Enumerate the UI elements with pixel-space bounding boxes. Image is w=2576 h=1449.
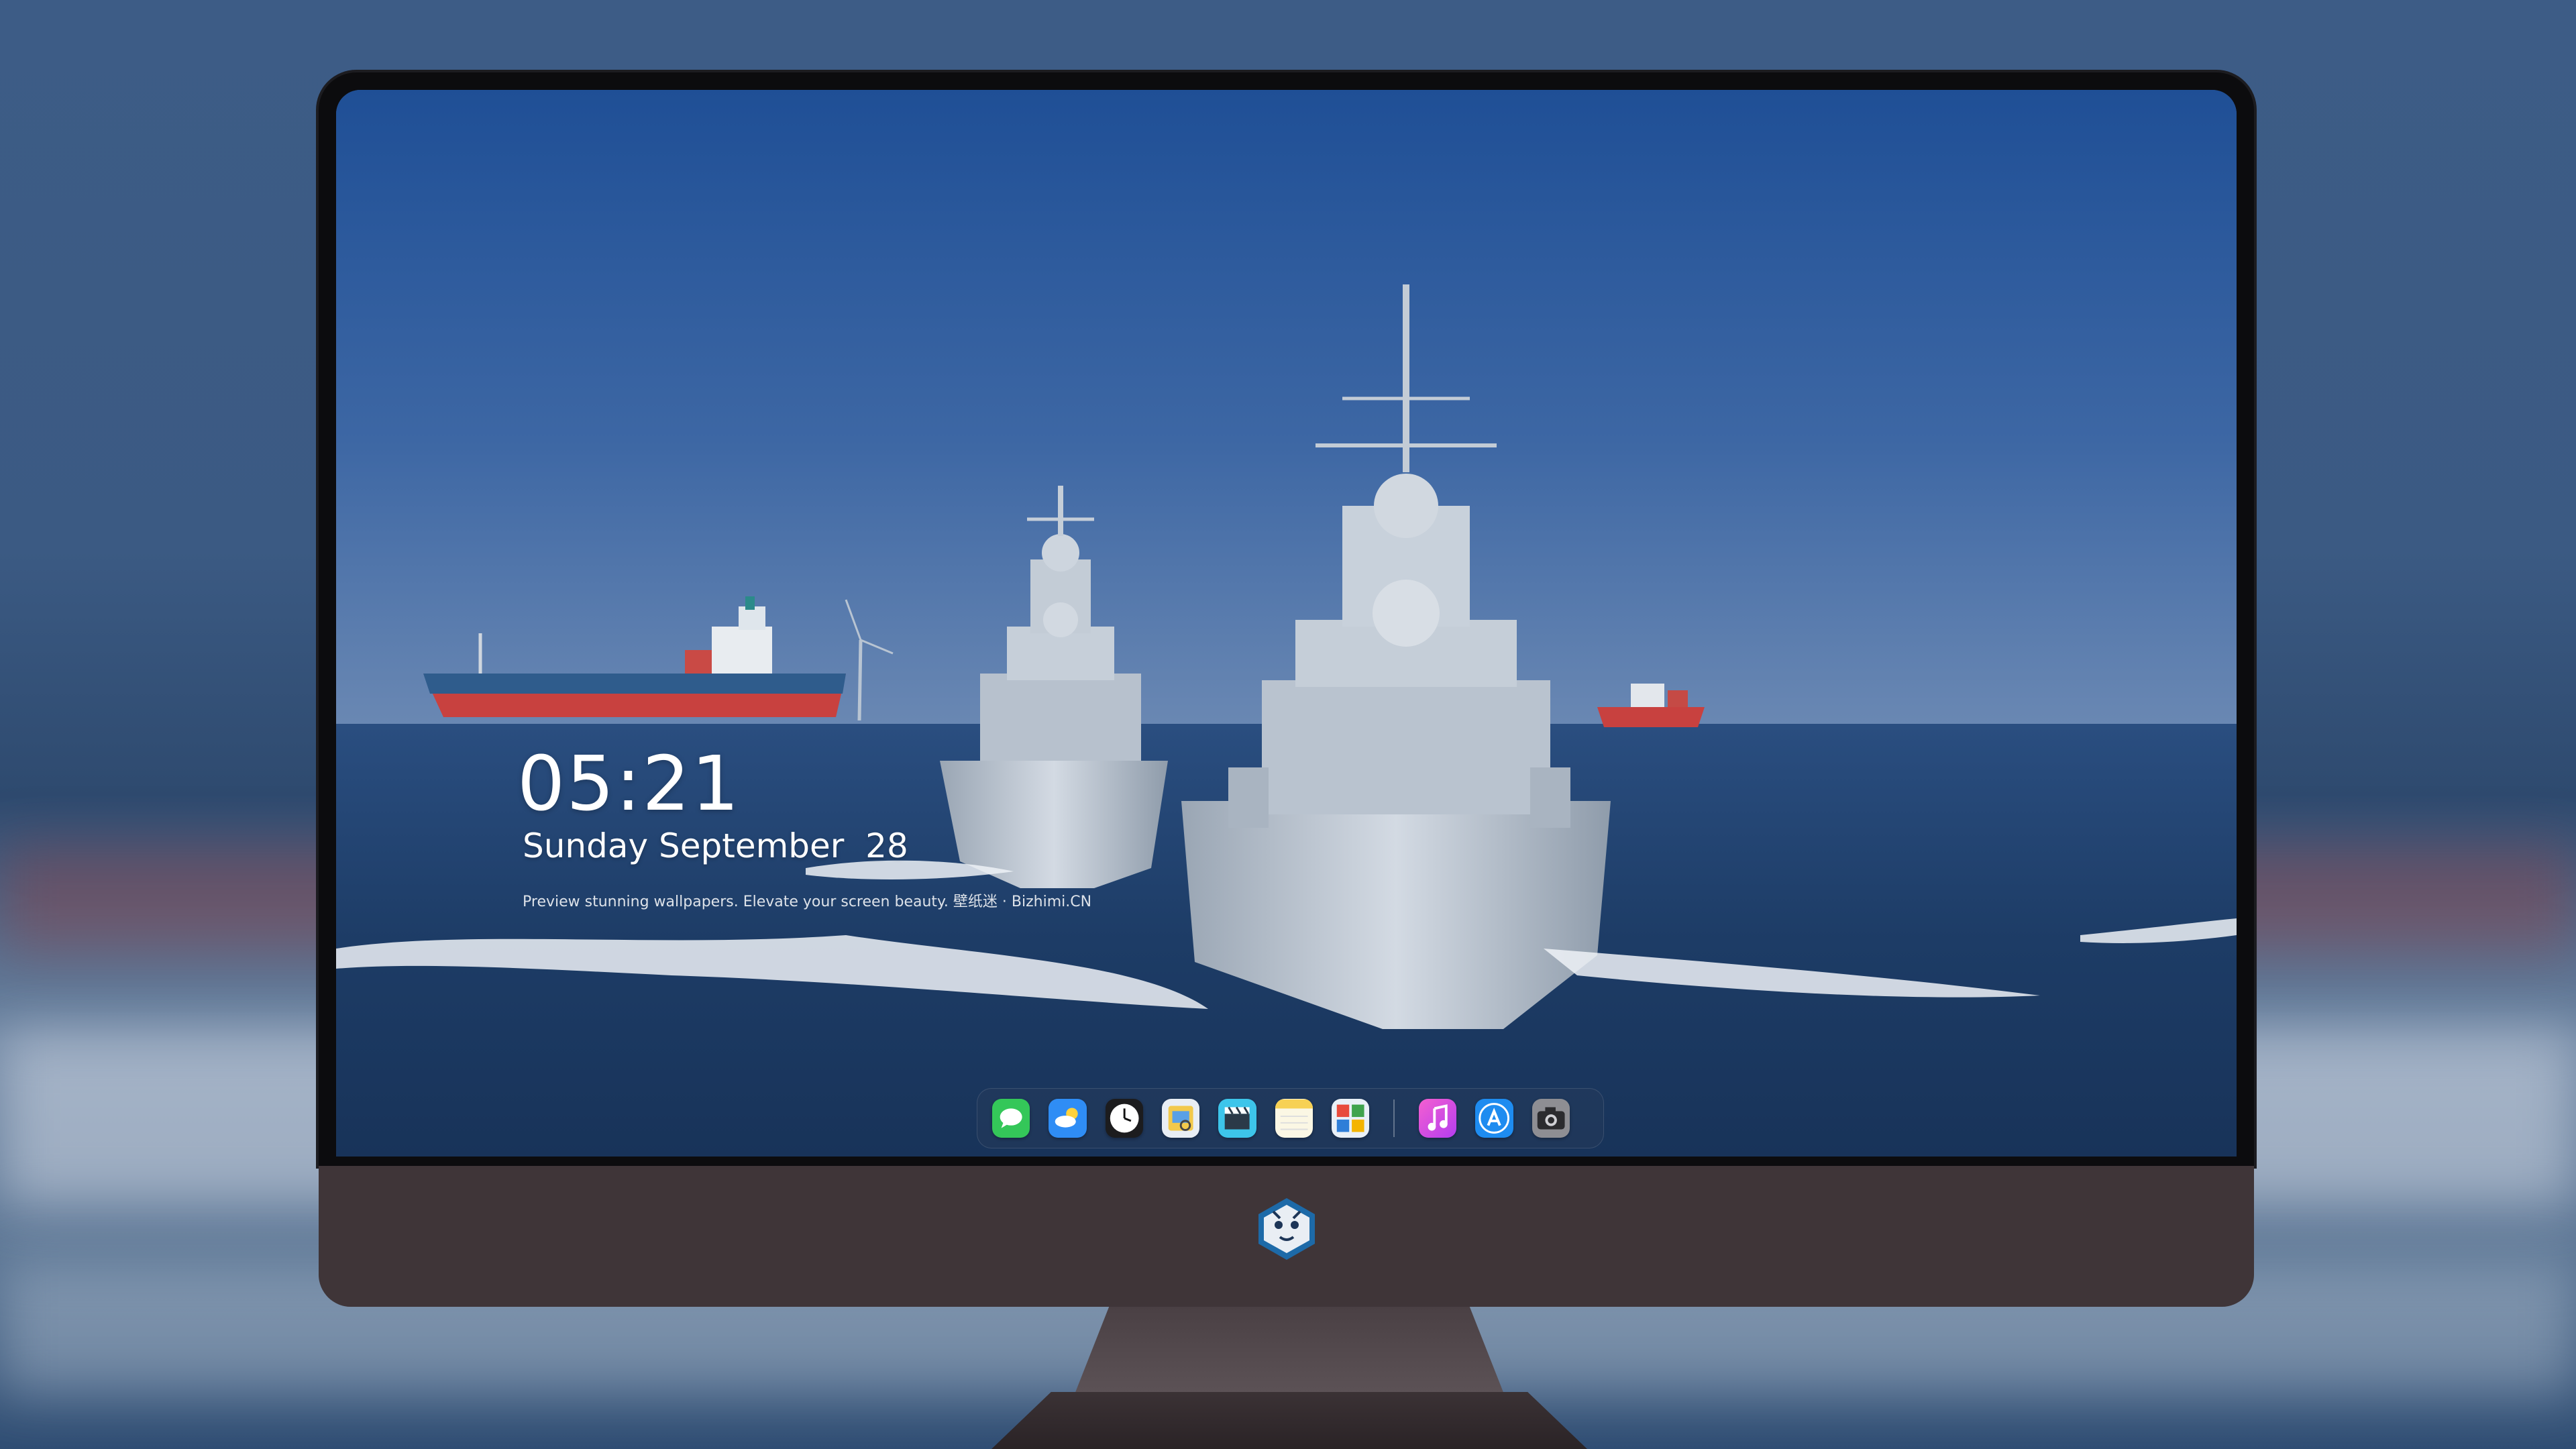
monitor-bezel: 05:21 Sunday September 28 Preview stunni… [319, 72, 2254, 1166]
photo-booth-icon[interactable] [1331, 1099, 1370, 1138]
camera-icon[interactable] [1532, 1099, 1570, 1138]
messages-icon[interactable] [992, 1099, 1030, 1138]
wallpaper-warships [336, 90, 2237, 1157]
weather-icon[interactable] [1049, 1099, 1087, 1138]
preview-icon[interactable] [1161, 1099, 1200, 1138]
brand-logo-icon [1258, 1198, 1315, 1260]
lock-screen[interactable]: 05:21 Sunday September 28 Preview stunni… [336, 90, 2237, 1157]
dock [977, 1088, 1604, 1148]
clock-icon[interactable] [1105, 1099, 1143, 1138]
lock-screen-time: 05:21 [517, 741, 741, 828]
clapper-icon[interactable] [1218, 1099, 1256, 1138]
lock-screen-date: Sunday September 28 [523, 826, 908, 865]
monitor-stand-base [991, 1392, 1587, 1449]
wallpaper-tagline: Preview stunning wallpapers. Elevate you… [523, 894, 1092, 910]
notes-icon[interactable] [1275, 1099, 1313, 1138]
app-store-icon[interactable] [1475, 1099, 1513, 1138]
monitor-chin [319, 1166, 2254, 1307]
music-icon[interactable] [1419, 1099, 1457, 1138]
monitor-stand-neck [1075, 1307, 1504, 1394]
dock-separator [1393, 1099, 1395, 1137]
imac-monitor: 05:21 Sunday September 28 Preview stunni… [319, 72, 2254, 1307]
